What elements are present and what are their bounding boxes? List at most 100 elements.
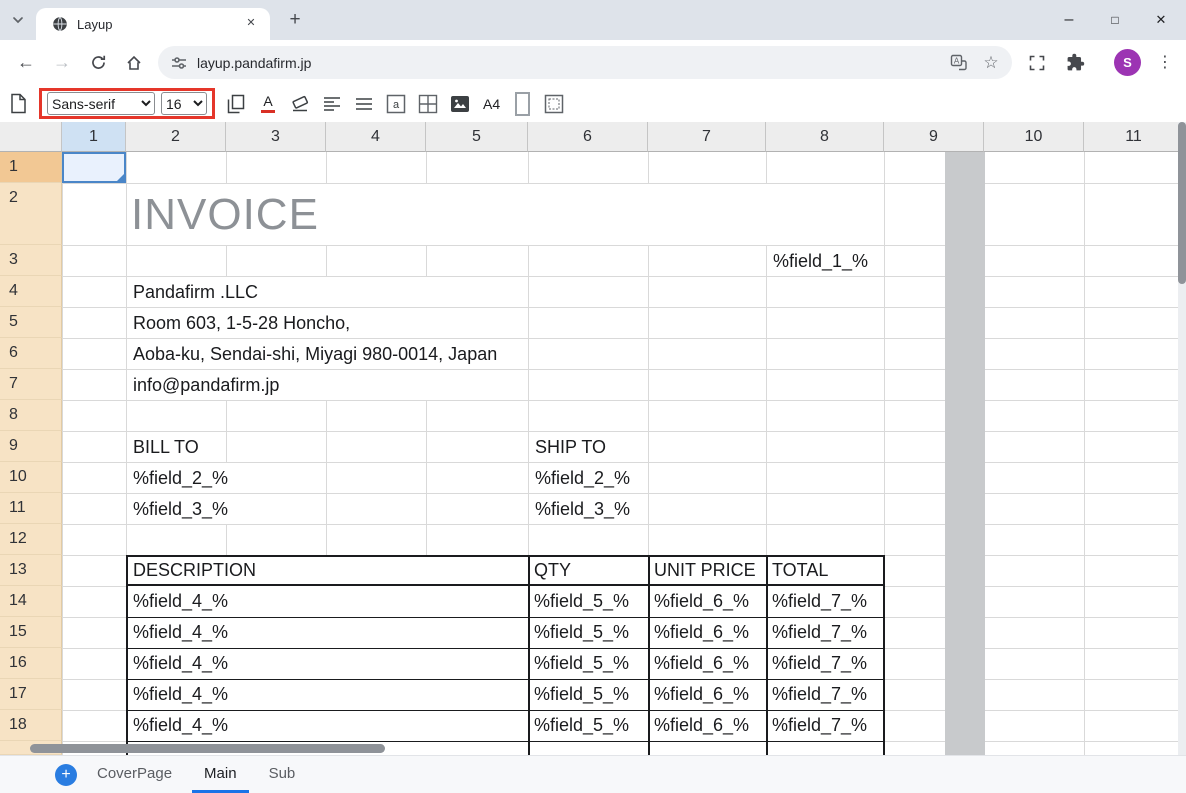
tab-close-icon[interactable]: ✕: [242, 15, 260, 33]
table-cell[interactable]: %field_6_%: [654, 649, 749, 678]
reload-button[interactable]: [84, 49, 112, 77]
selected-cell[interactable]: [62, 152, 126, 183]
row-header-5[interactable]: 5: [0, 307, 62, 338]
fullscreen-button[interactable]: [1024, 50, 1050, 76]
font-size-select[interactable]: 16: [161, 92, 207, 115]
table-cell[interactable]: %field_6_%: [654, 680, 749, 709]
row-header-16[interactable]: 16: [0, 648, 62, 679]
row-header-18[interactable]: 18: [0, 710, 62, 741]
invoice-title-cell[interactable]: INVOICE: [127, 184, 884, 245]
row-header-14[interactable]: 14: [0, 586, 62, 617]
row-header-1[interactable]: 1: [0, 152, 62, 183]
close-button[interactable]: ✕: [1138, 0, 1184, 40]
table-cell[interactable]: %field_6_%: [654, 711, 749, 740]
align-left-button[interactable]: [320, 90, 344, 118]
row-header-15[interactable]: 15: [0, 617, 62, 648]
table-cell[interactable]: %field_7_%: [772, 680, 867, 709]
url-text[interactable]: layup.pandafirm.jp: [197, 55, 946, 71]
sheet-tab-sub[interactable]: Sub: [257, 756, 308, 793]
table-cell[interactable]: %field_6_%: [654, 587, 749, 616]
align-justify-button[interactable]: [352, 90, 376, 118]
add-sheet-button[interactable]: +: [55, 763, 77, 786]
address-line2-cell[interactable]: Aoba-ku, Sendai-shi, Miyagi 980-0014, Ja…: [127, 339, 528, 369]
column-header-5[interactable]: 5: [426, 122, 528, 152]
column-header-10[interactable]: 10: [984, 122, 1084, 152]
row-header-3[interactable]: 3: [0, 245, 62, 276]
column-header-9[interactable]: 9: [884, 122, 984, 152]
table-cell[interactable]: %field_4_%: [133, 649, 228, 678]
column-header-6[interactable]: 6: [528, 122, 648, 152]
company-name-cell[interactable]: Pandafirm .LLC: [127, 277, 528, 307]
page-orientation-icon[interactable]: [515, 91, 531, 116]
column-header-1[interactable]: 1: [62, 122, 126, 152]
sheet-tab-coverpage[interactable]: CoverPage: [85, 756, 184, 793]
table-cell[interactable]: %field_5_%: [534, 711, 629, 740]
table-cell[interactable]: %field_7_%: [772, 587, 867, 616]
column-header-8[interactable]: 8: [766, 122, 884, 152]
table-cell[interactable]: %field_4_%: [133, 680, 228, 709]
column-header-2[interactable]: 2: [126, 122, 226, 152]
column-header-11[interactable]: 11: [1084, 122, 1178, 152]
table-cell[interactable]: %field_5_%: [534, 618, 629, 647]
column-header-3[interactable]: 3: [226, 122, 326, 152]
table-cell[interactable]: %field_4_%: [133, 618, 228, 647]
ship-field-2-cell[interactable]: %field_2_%: [529, 463, 637, 493]
maximize-button[interactable]: □: [1092, 0, 1138, 40]
bill-to-cell[interactable]: BILL TO: [127, 432, 205, 462]
row-header-10[interactable]: 10: [0, 462, 62, 493]
sheet-tab-main[interactable]: Main: [192, 756, 249, 793]
address-bar[interactable]: layup.pandafirm.jp A ☆: [158, 46, 1012, 79]
field-1-cell[interactable]: %field_1_%: [767, 246, 875, 276]
tab-list-button[interactable]: [11, 13, 27, 29]
table-cell[interactable]: %field_7_%: [772, 618, 867, 647]
extensions-button[interactable]: [1062, 50, 1088, 76]
profile-avatar[interactable]: S: [1114, 49, 1141, 76]
font-color-button[interactable]: A: [256, 90, 280, 118]
home-button[interactable]: [120, 49, 148, 77]
bookmark-star-icon[interactable]: ☆: [979, 51, 1003, 75]
corner-cell[interactable]: [0, 122, 62, 152]
table-cell[interactable]: %field_4_%: [133, 711, 228, 740]
page-size-label[interactable]: A4: [483, 96, 500, 112]
vertical-scrollbar-track[interactable]: [1178, 122, 1186, 755]
column-header-7[interactable]: 7: [648, 122, 766, 152]
table-cell[interactable]: %field_4_%: [133, 587, 228, 616]
browser-menu-button[interactable]: ⋮: [1152, 49, 1178, 75]
address-line1-cell[interactable]: Room 603, 1-5-28 Honcho,: [127, 308, 528, 338]
browser-tab[interactable]: Layup ✕: [36, 8, 270, 40]
table-cell[interactable]: %field_7_%: [772, 649, 867, 678]
ship-field-3-cell[interactable]: %field_3_%: [529, 494, 637, 524]
row-header-8[interactable]: 8: [0, 400, 62, 431]
horizontal-scrollbar-thumb[interactable]: [30, 744, 385, 753]
vertical-scrollbar-thumb[interactable]: [1178, 122, 1186, 284]
row-header-12[interactable]: 12: [0, 524, 62, 555]
copy-button[interactable]: [224, 90, 248, 118]
email-cell[interactable]: info@pandafirm.jp: [127, 370, 528, 400]
back-button[interactable]: ←: [12, 49, 40, 77]
row-header-6[interactable]: 6: [0, 338, 62, 369]
row-header-11[interactable]: 11: [0, 493, 62, 524]
row-header-13[interactable]: 13: [0, 555, 62, 586]
forward-button[interactable]: →: [48, 49, 76, 77]
borders-button[interactable]: [416, 90, 440, 118]
table-cell[interactable]: %field_5_%: [534, 587, 629, 616]
new-file-button[interactable]: [6, 90, 30, 118]
table-cell[interactable]: %field_6_%: [654, 618, 749, 647]
fill-handle[interactable]: [115, 172, 126, 183]
bill-field-3-cell[interactable]: %field_3_%: [127, 494, 235, 524]
bill-field-2-cell[interactable]: %field_2_%: [127, 463, 235, 493]
table-cell[interactable]: %field_7_%: [772, 711, 867, 740]
page-margins-button[interactable]: [542, 90, 566, 118]
textbox-button[interactable]: a: [384, 90, 408, 118]
row-header-4[interactable]: 4: [0, 276, 62, 307]
row-header-9[interactable]: 9: [0, 431, 62, 462]
table-header-unit-price[interactable]: UNIT PRICE: [654, 556, 756, 585]
row-header-7[interactable]: 7: [0, 369, 62, 400]
row-header-17[interactable]: 17: [0, 679, 62, 710]
row-header-2[interactable]: 2: [0, 183, 62, 245]
minimize-button[interactable]: –: [1046, 0, 1092, 40]
translate-icon[interactable]: A: [946, 51, 970, 75]
ship-to-cell[interactable]: SHIP TO: [529, 432, 613, 462]
new-tab-button[interactable]: +: [283, 9, 307, 33]
insert-image-button[interactable]: [448, 90, 472, 118]
